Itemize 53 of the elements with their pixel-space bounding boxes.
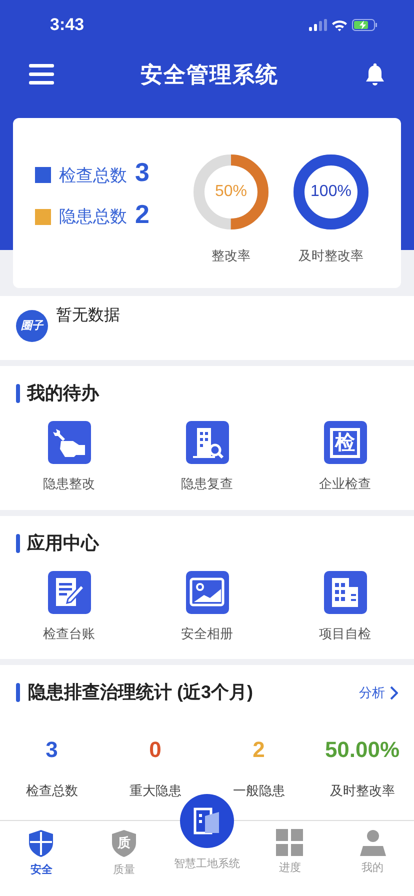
stat-label: 及时整改率 bbox=[330, 782, 395, 800]
stat-value: 0 bbox=[149, 739, 162, 761]
shield-glyph-icon: 质 bbox=[111, 829, 138, 858]
legend-label: 检查总数 bbox=[59, 164, 127, 186]
section-title: 应用中心 bbox=[27, 532, 99, 554]
analysis-link[interactable]: 分析 bbox=[359, 682, 398, 702]
wrench-hand-icon bbox=[48, 421, 90, 464]
status-time: 3:43 bbox=[50, 14, 84, 36]
notepad-pen-icon bbox=[48, 570, 90, 614]
grid-icon bbox=[276, 829, 304, 856]
building-icon bbox=[324, 570, 366, 614]
bell-icon bbox=[365, 62, 385, 86]
empty-message: 暂无数据 bbox=[56, 306, 120, 326]
image-icon bbox=[186, 570, 228, 614]
shield-icon bbox=[28, 829, 54, 858]
section-title: 隐患排查治理统计 (近3个月) bbox=[28, 681, 253, 704]
section-title: 我的待办 bbox=[27, 382, 99, 405]
stat-label: 一般隐患 bbox=[232, 782, 285, 800]
stat-label: 重大隐患 bbox=[129, 782, 182, 800]
app-tile[interactable]: 项目自检 bbox=[276, 570, 414, 643]
section-marker bbox=[16, 683, 20, 702]
stat-value: 3 bbox=[46, 739, 58, 761]
chevron-icon bbox=[389, 686, 398, 700]
legend-value: 2 bbox=[135, 200, 150, 227]
building-search-icon bbox=[186, 421, 228, 464]
app-tile[interactable]: 隐患整改 bbox=[0, 421, 138, 494]
menu-button[interactable] bbox=[29, 64, 54, 84]
section-marker bbox=[16, 384, 20, 403]
stat-value: 2 bbox=[252, 739, 265, 761]
signal-icon bbox=[309, 19, 327, 31]
person-icon bbox=[360, 829, 386, 856]
ring-label: 整改率 bbox=[212, 247, 250, 266]
legend-value: 3 bbox=[135, 159, 150, 186]
ring-label: 及时整改率 bbox=[298, 247, 364, 266]
stat-value: 50.00% bbox=[324, 739, 400, 761]
page-title: 安全管理系统 bbox=[140, 60, 278, 88]
notification-button[interactable] bbox=[365, 62, 385, 86]
wifi-icon bbox=[331, 18, 348, 32]
legend-label: 隐患总数 bbox=[59, 206, 127, 228]
app-tile[interactable]: 安全相册 bbox=[138, 570, 276, 643]
tab[interactable]: 安全 bbox=[0, 821, 83, 896]
section-marker bbox=[16, 534, 20, 552]
app-tile[interactable]: 隐患复查 bbox=[138, 421, 276, 494]
inspection-glyph: 检 bbox=[330, 428, 360, 458]
battery-icon bbox=[352, 19, 377, 31]
stat-label: 检查总数 bbox=[26, 782, 78, 800]
menu-icon bbox=[29, 64, 54, 84]
ring-reading: 100% bbox=[310, 182, 352, 202]
ring-reading: 50% bbox=[214, 182, 248, 202]
buildings-icon bbox=[192, 806, 222, 836]
app-tile[interactable]: 检 企业检查 bbox=[276, 421, 414, 494]
app-tile[interactable]: 检查台账 bbox=[0, 570, 138, 643]
circle-badge: 圈子 bbox=[16, 310, 48, 342]
